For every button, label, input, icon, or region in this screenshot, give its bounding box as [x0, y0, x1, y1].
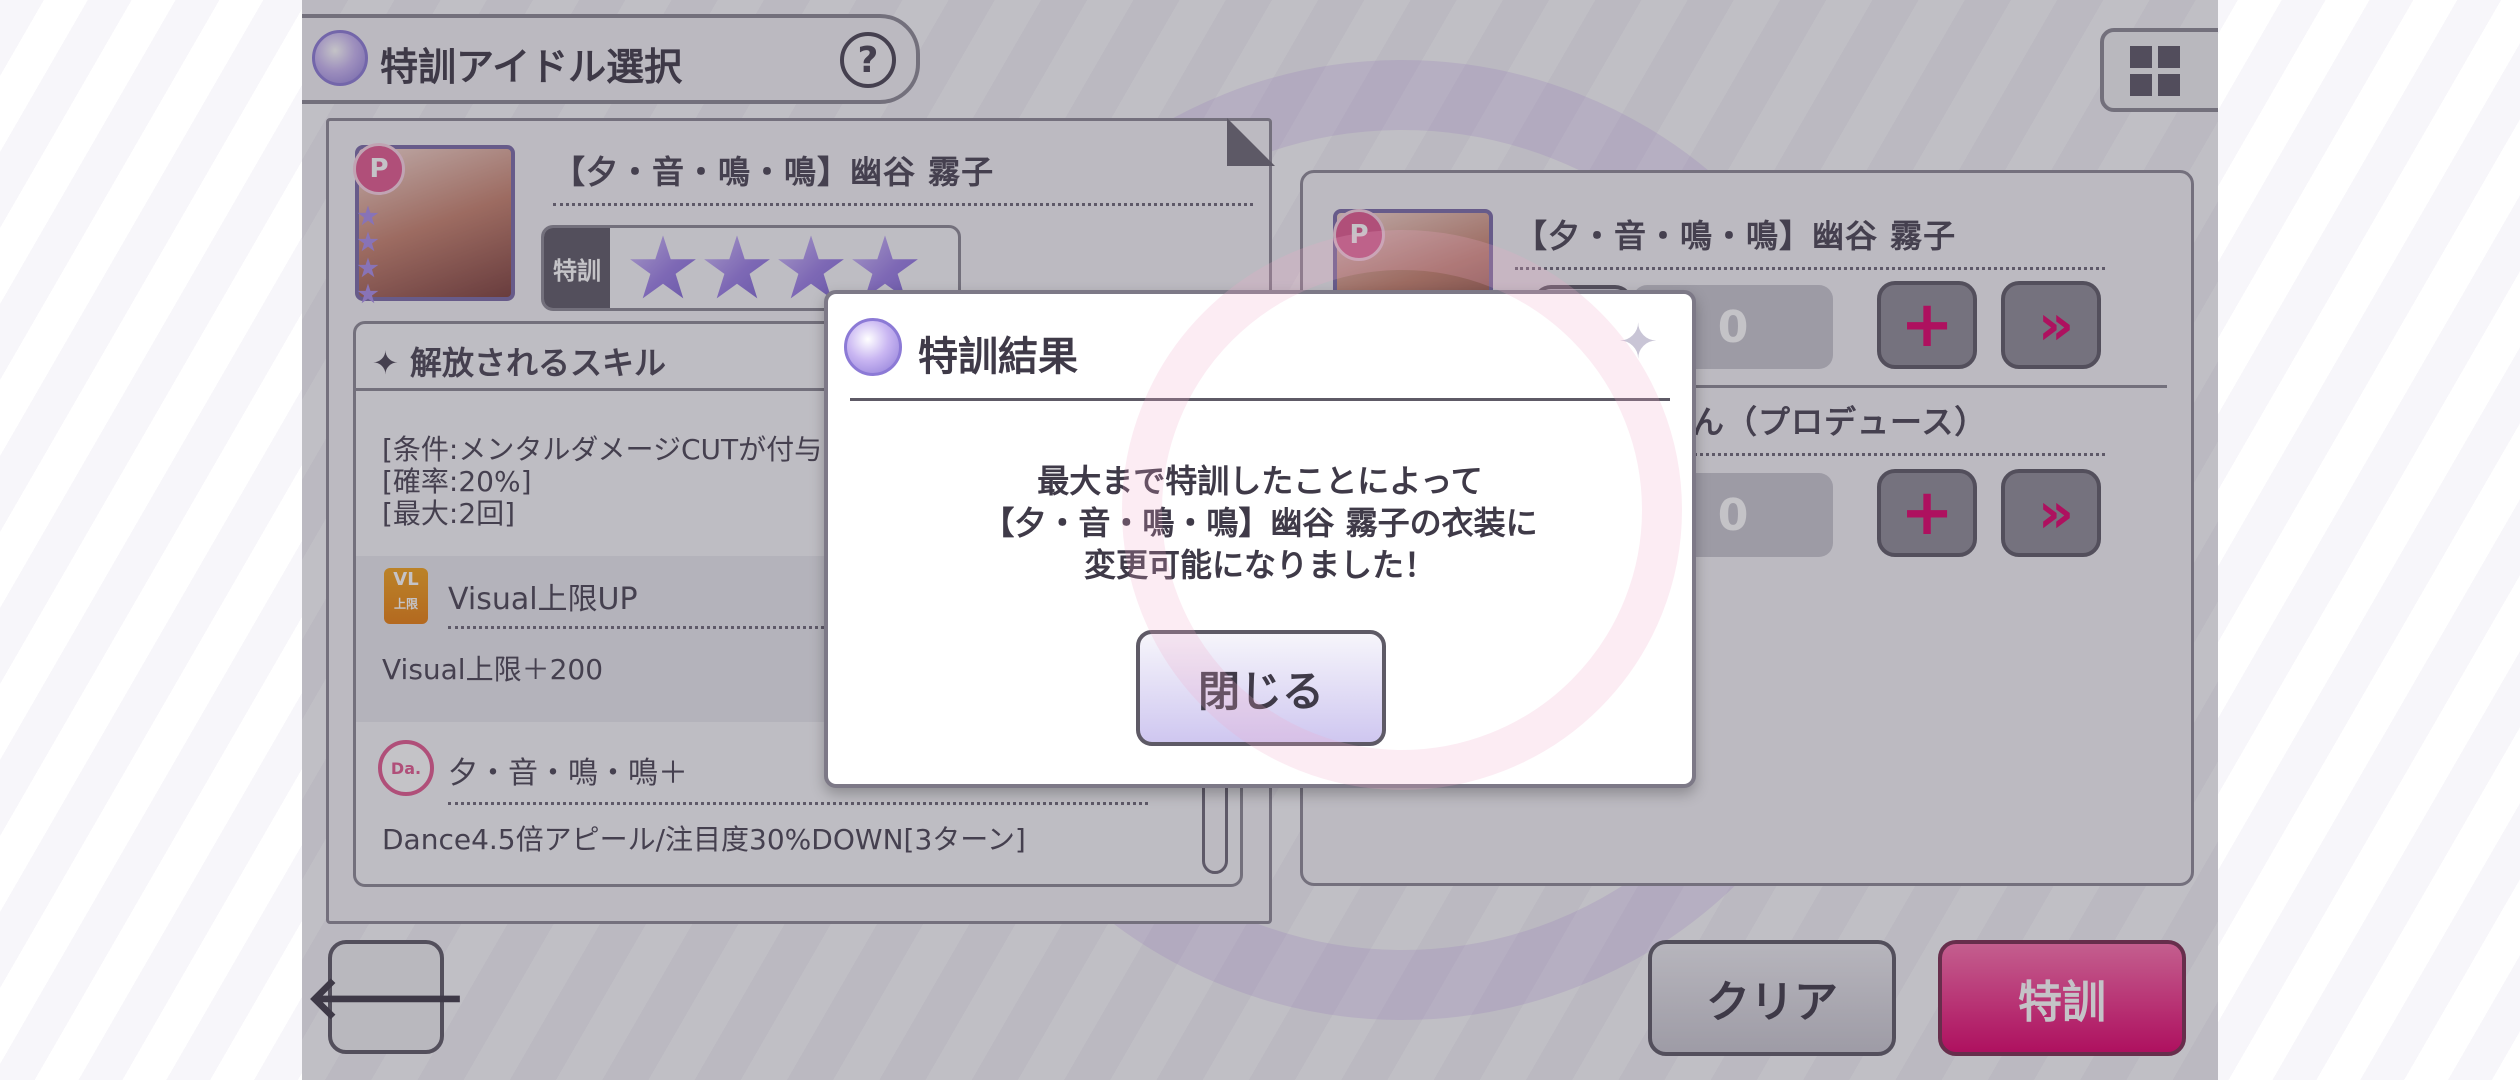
close-button[interactable]: 閉じる [1136, 630, 1386, 746]
dialog-title: 特訓結果 [918, 334, 1078, 380]
close-label: 閉じる [1197, 666, 1324, 716]
modal-backdrop[interactable] [302, 0, 2218, 1080]
result-dialog: 特訓結果 ✦ 最大まで特訓したことによって 【夕・音・鳴・鳴】幽谷 霧子の衣装に… [824, 290, 1696, 788]
dialog-emblem-icon [844, 318, 902, 376]
dialog-title-divider [850, 398, 1670, 401]
dialog-message: 最大まで特訓したことによって 【夕・音・鳴・鳴】幽谷 霧子の衣装に 変更可能にな… [982, 462, 1538, 584]
game-screen: 特訓アイドル選択 ? P 【夕・音・鳴・鳴】幽谷 霧子 特訓 ✦ 解放されるスキ… [302, 0, 2218, 1080]
sparkle-icon: ✦ [1618, 314, 1659, 370]
